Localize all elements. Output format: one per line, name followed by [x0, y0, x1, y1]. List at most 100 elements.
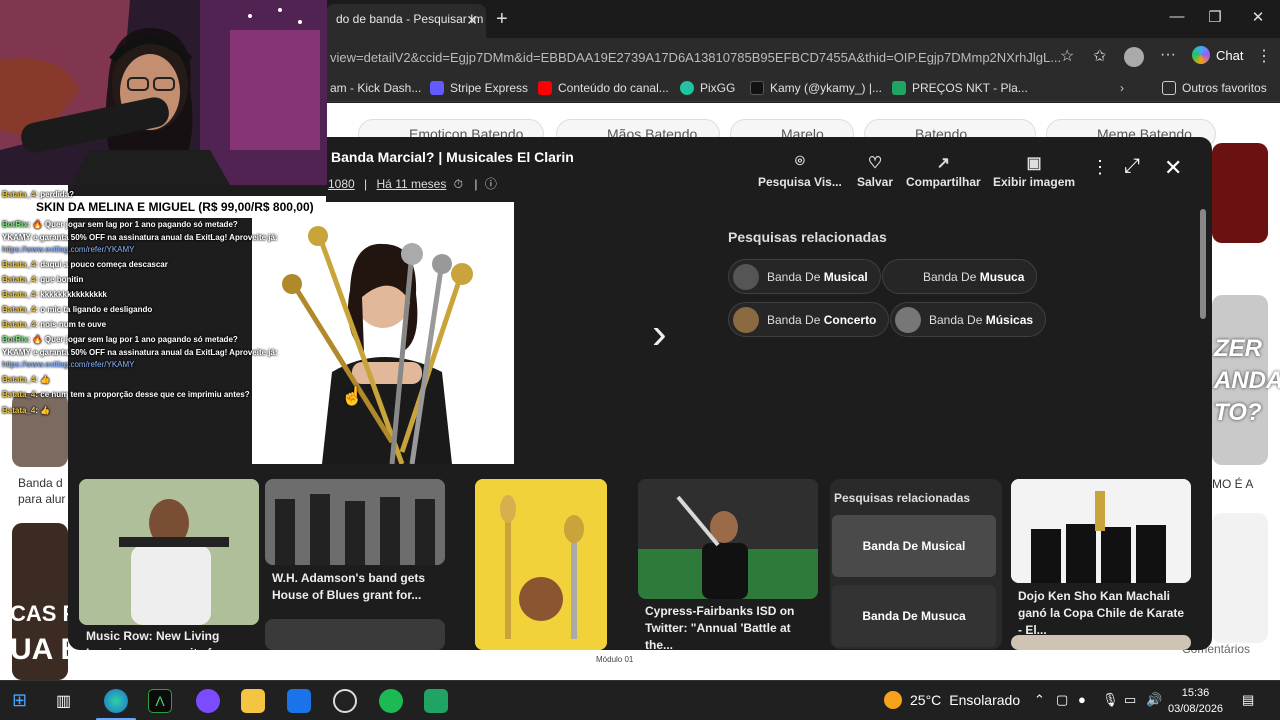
bookmarks-overflow-icon[interactable]: › — [1120, 81, 1124, 95]
related-panel-item[interactable]: Banda De Musuca — [832, 585, 996, 647]
bookmark-sheets[interactable]: PREÇOS NKT - Pla... — [892, 81, 1028, 95]
chat-message: Batata_4: daqui a pouco começa descascar — [2, 260, 168, 270]
maximize-icon[interactable]: ❐ — [1200, 8, 1230, 26]
chip-thumbnail — [895, 307, 921, 333]
more-menu-icon[interactable]: ··· — [1160, 46, 1176, 64]
close-window-icon[interactable]: ✕ — [1243, 8, 1273, 26]
chat-user: Batata_4 — [2, 260, 36, 269]
microphone-icon[interactable]: 🎙 — [1102, 692, 1119, 708]
related-panel-item[interactable]: Banda De Musical — [832, 515, 996, 577]
browser-tab[interactable]: do de banda - Pesquisar Im ✕ — [326, 4, 486, 38]
bookmark-label: PixGG — [700, 81, 736, 95]
result-caption[interactable]: Cypress-Fairbanks ISD on Twitter: "Annua… — [645, 603, 815, 650]
bookmark-stripe[interactable]: Stripe Express — [430, 81, 528, 95]
close-tab-icon[interactable]: ✕ — [466, 12, 478, 29]
save-button[interactable]: ♡ Salvar — [857, 153, 893, 189]
chat-text: : 👍 — [35, 406, 51, 415]
system-clock[interactable]: 15:36 03/08/2026 — [1168, 685, 1223, 717]
promo-text: ZER ANDA TO? — [1214, 335, 1280, 426]
result-caption: MO É A — [1212, 477, 1254, 491]
image-title[interactable]: Banda Marcial? | Musicales El Clarin — [331, 149, 574, 165]
favorite-star-icon[interactable]: ☆ — [1060, 46, 1074, 66]
tray-app-icon[interactable]: ▢ — [1056, 692, 1068, 708]
result-card[interactable] — [638, 479, 818, 599]
result-caption[interactable]: Music Row: New Living Learning community… — [86, 628, 256, 650]
expand-icon[interactable]: ⤢ — [1124, 155, 1140, 178]
chat-user: Batata_4 — [2, 375, 36, 384]
obs-icon[interactable] — [333, 689, 357, 713]
favorites-icon[interactable]: ✩ — [1093, 46, 1106, 66]
result-thumbnail[interactable] — [1212, 143, 1268, 243]
bookmark-youtube[interactable]: Conteúdo do canal... — [538, 81, 669, 95]
result-card[interactable] — [265, 479, 445, 565]
tray-overflow-icon[interactable]: ⌃ — [1034, 692, 1045, 708]
bookmark-tiktok[interactable]: Kamy (@ykamy_) |... — [750, 81, 882, 95]
chip-prefix: Banda De — [923, 270, 980, 284]
new-tab-icon[interactable]: + — [496, 8, 508, 31]
module-label: Módulo 01 — [596, 655, 634, 664]
screen: do de banda - Pesquisar Im ✕ + — ❐ ✕ vie… — [0, 0, 1280, 720]
related-chip[interactable]: Banda De Musuca — [882, 259, 1038, 294]
file-explorer-icon[interactable] — [241, 689, 265, 713]
windows-start-icon[interactable]: ⊞ — [12, 690, 36, 714]
result-caption[interactable]: Dojo Ken Sho Kan Machali ganó la Copa Ch… — [1018, 588, 1188, 639]
chat-message: Batata_4: 👍 — [2, 406, 50, 416]
chat-text: : 🔥 Quer jogar sem lag por 1 ano pagando… — [27, 220, 238, 229]
discord-icon[interactable] — [196, 689, 220, 713]
tray-recording-icon[interactable]: ● — [1078, 692, 1086, 707]
weather-widget[interactable]: 25°C Ensolarado — [884, 691, 1020, 709]
clock-icon: ⏱ — [453, 177, 464, 191]
mouse-cursor-icon: ☝ — [341, 386, 364, 406]
url-field[interactable]: view=detailV2&ccid=Egjp7DMm&id=EBBDAA19E… — [326, 45, 1086, 71]
bookmark-kick[interactable]: am - Kick Dash... — [330, 81, 421, 95]
notifications-icon[interactable]: ▤ — [1242, 692, 1254, 708]
main-image[interactable] — [252, 202, 514, 464]
chat-text: : 👍 — [35, 375, 51, 384]
chat-text: : perdida? — [35, 190, 75, 199]
volume-icon[interactable]: 🔊 — [1146, 692, 1162, 708]
app-icon-green[interactable]: Λ — [148, 689, 172, 713]
visual-search-button[interactable]: ⌾ Pesquisa Vis... — [758, 153, 842, 189]
bookmark-label: Stripe Express — [450, 81, 529, 95]
chat-message: Batata_4: que bonitin — [2, 275, 83, 285]
other-favorites[interactable]: Outros favoritos — [1162, 81, 1267, 95]
minimize-icon[interactable]: — — [1162, 8, 1192, 25]
edge-icon[interactable] — [104, 689, 128, 713]
chip-bold: Concerto — [823, 313, 877, 327]
result-card[interactable] — [475, 479, 607, 650]
task-view-icon[interactable]: ▥ — [56, 691, 80, 715]
chat-user: Batata_4 — [2, 390, 36, 399]
chat-message: BotRix: 🔥 Quer jogar sem lag por 1 ano p… — [2, 335, 238, 345]
share-button[interactable]: ↗ Compartilhar — [906, 153, 981, 189]
view-image-button[interactable]: ▣ Exibir imagem — [993, 153, 1075, 189]
next-image-icon[interactable]: › — [652, 309, 667, 359]
chip-bold: Musical — [823, 270, 868, 284]
bookmark-label: Kamy (@ykamy_) |... — [770, 81, 882, 95]
result-card[interactable] — [79, 479, 259, 625]
more-options-icon[interactable]: ⋮ — [1091, 157, 1109, 178]
sheets-app-icon[interactable] — [424, 689, 448, 713]
result-caption[interactable]: W.H. Adamson's band gets House of Blues … — [272, 570, 442, 604]
related-chip[interactable]: Banda De Concerto — [728, 302, 890, 337]
result-card[interactable] — [1011, 479, 1191, 583]
result-card[interactable] — [265, 619, 445, 650]
related-chip[interactable]: Banda De Músicas — [890, 302, 1047, 337]
network-icon[interactable]: ▭ — [1124, 692, 1136, 708]
copilot-chat-button[interactable]: Chat — [1192, 46, 1243, 64]
close-overlay-icon[interactable]: ✕ — [1164, 155, 1182, 181]
result-thumbnail[interactable] — [1212, 513, 1268, 643]
result-thumbnail — [638, 479, 818, 599]
outlook-icon[interactable] — [287, 689, 311, 713]
info-icon[interactable]: ⓘ — [485, 177, 497, 191]
chip-thumbnail — [733, 307, 759, 333]
bookmark-pixgg[interactable]: PixGG — [680, 81, 735, 95]
result-card[interactable] — [1011, 635, 1191, 650]
related-chip[interactable]: Banda De Musical — [728, 259, 881, 294]
profile-avatar[interactable] — [1124, 47, 1144, 67]
action-label: Salvar — [857, 175, 894, 189]
spotify-icon[interactable] — [379, 689, 403, 713]
result-thumbnail[interactable] — [12, 393, 68, 467]
sidebar-more-icon[interactable]: ⋮ — [1256, 46, 1272, 66]
overlay-scrollbar[interactable] — [1200, 209, 1206, 319]
chat-link: https://www.exitlag.com/refer/YKAMY — [2, 360, 135, 369]
